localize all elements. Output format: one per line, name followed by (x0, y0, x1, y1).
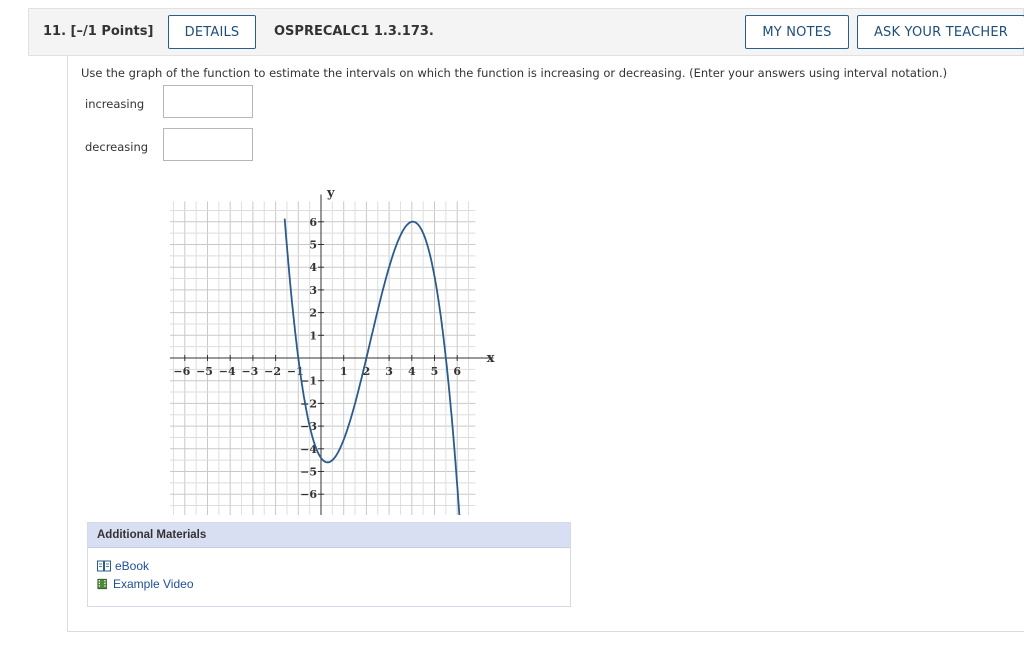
ebook-link[interactable]: eBook (97, 559, 149, 573)
y-tick-label: −6 (300, 488, 317, 501)
question-page: 11. [–/1 Points] DETAILS OSPRECALC1 1.3.… (0, 0, 1024, 645)
y-axis-label: y (326, 186, 335, 201)
x-tick-label: −2 (264, 365, 281, 378)
x-tick-label: 6 (453, 365, 461, 378)
y-tick-label: 3 (309, 284, 317, 297)
y-tick-label: 6 (309, 216, 317, 229)
decreasing-label: decreasing (85, 140, 149, 154)
question-number: 11. [–/1 Points] (43, 24, 154, 39)
book-icon (97, 560, 111, 572)
my-notes-button[interactable]: MY NOTES (745, 15, 849, 49)
x-tick-label: 5 (431, 365, 439, 378)
y-tick-label: 4 (309, 261, 317, 274)
x-tick-label: −6 (173, 365, 190, 378)
y-tick-label: −5 (300, 466, 317, 479)
y-tick-label: 2 (309, 307, 317, 320)
increasing-label: increasing (85, 97, 145, 111)
question-header: 11. [–/1 Points] DETAILS OSPRECALC1 1.3.… (28, 8, 1024, 56)
question-instructions: Use the graph of the function to estimat… (81, 66, 948, 80)
example-video-link-label: Example Video (113, 577, 194, 591)
y-tick-label: 1 (309, 329, 317, 342)
additional-materials: Additional Materials eBook Example Video (87, 522, 571, 607)
materials-heading: Additional Materials (88, 523, 570, 548)
example-video-link[interactable]: Example Video (97, 577, 194, 591)
x-tick-label: 1 (340, 365, 348, 378)
x-tick-label: 3 (385, 365, 393, 378)
ebook-link-label: eBook (115, 559, 150, 573)
details-button[interactable]: DETAILS (168, 15, 256, 49)
x-tick-label: −4 (219, 365, 236, 378)
increasing-input[interactable] (163, 85, 253, 118)
y-tick-label: −2 (300, 397, 317, 410)
x-axis-label: x (487, 351, 495, 366)
question-code: OSPRECALC1 1.3.173. (274, 24, 434, 39)
film-icon (97, 578, 107, 590)
x-tick-label: −5 (196, 365, 213, 378)
y-tick-label: 5 (309, 239, 317, 252)
x-tick-label: 4 (408, 365, 416, 378)
function-graph: −6 −5 −4 −3 −2 −1 1 2 3 4 5 6654321−1−2−3−4−5−6 x y (170, 186, 495, 515)
decreasing-input[interactable] (163, 128, 253, 161)
ask-teacher-button[interactable]: ASK YOUR TEACHER (857, 15, 1024, 49)
x-tick-label: −3 (241, 365, 258, 378)
